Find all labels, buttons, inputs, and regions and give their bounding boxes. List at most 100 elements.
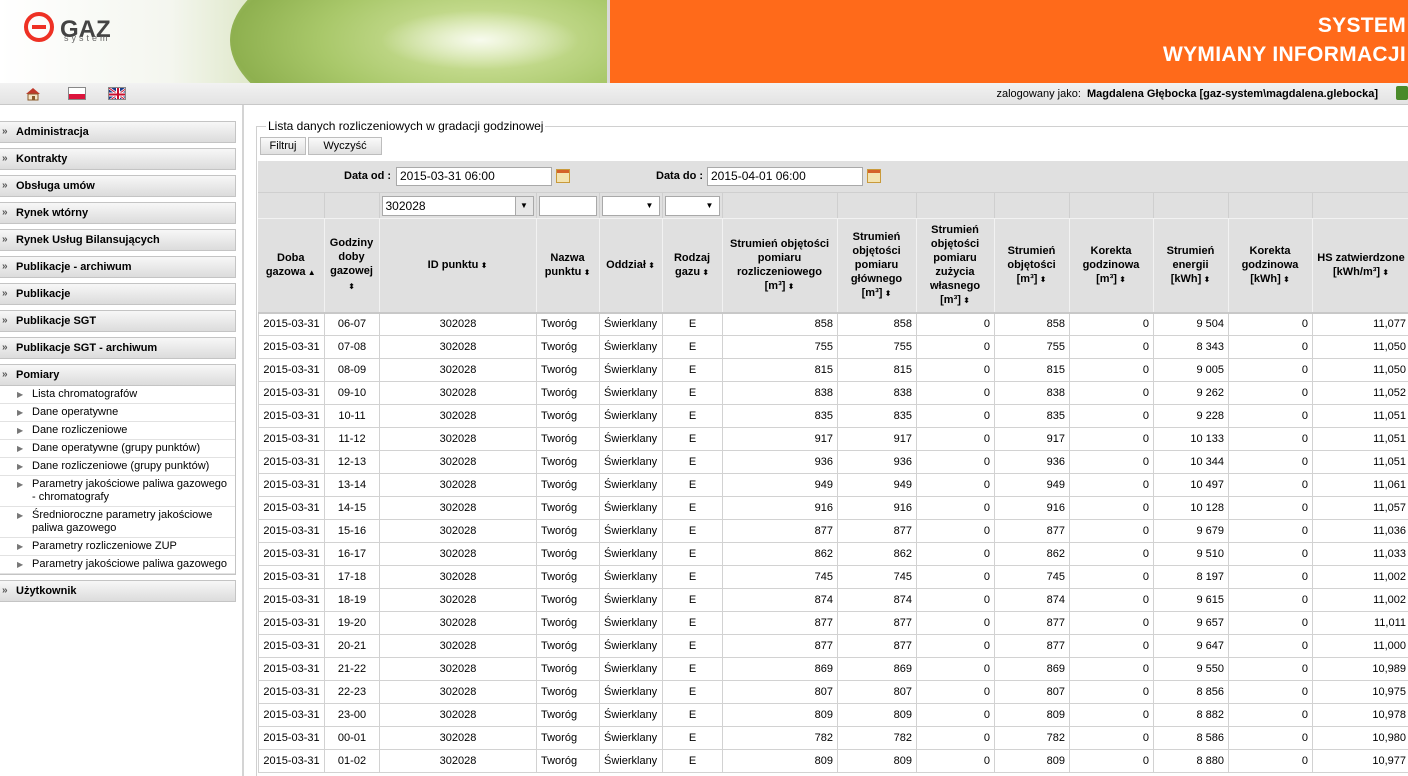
sort-icon[interactable]: ⬍	[1281, 275, 1290, 284]
table-row[interactable]: 2015-03-31 19-20 302028 Tworóg Świerklany E 87…	[258, 611, 1408, 635]
column-header-13[interactable]: HS zatwierdzone [kWh/m³] ⬍	[1312, 218, 1408, 312]
menu-item-label: Rynek wtórny	[16, 207, 89, 219]
filter-cell-empty	[1153, 193, 1229, 218]
point-name-input[interactable]	[538, 195, 597, 216]
sort-icon[interactable]: ⬍	[581, 268, 591, 277]
clear-button[interactable]: Wyczyść	[308, 137, 382, 155]
column-header-11[interactable]: Strumień energii [kWh] ⬍	[1153, 218, 1229, 312]
column-header-5[interactable]: Rodzaj gazu ⬍	[662, 218, 723, 312]
sort-ascending-icon[interactable]: ▲	[306, 268, 316, 277]
table-row[interactable]: 2015-03-31 00-01 302028 Tworóg Świerklany E 78…	[258, 726, 1408, 750]
table-row[interactable]: 2015-03-31 10-11 302028 Tworóg Świerklany E 83…	[258, 404, 1408, 428]
column-header-12[interactable]: Korekta godzinowa [kWh] ⬍	[1228, 218, 1313, 312]
english-flag-icon[interactable]	[108, 87, 126, 100]
table-cell: 0	[1228, 311, 1313, 336]
table-row[interactable]: 2015-03-31 21-22 302028 Tworóg Świerklany E 86…	[258, 657, 1408, 681]
table-cell: 936	[994, 450, 1070, 474]
menu-item-4[interactable]: » Rynek Usług Bilansujących	[0, 229, 236, 251]
submenu-item[interactable]: ▶ Parametry jakościowe paliwa gazowego	[0, 556, 235, 574]
table-row[interactable]: 2015-03-31 09-10 302028 Tworóg Świerklany E 83…	[258, 381, 1408, 405]
submenu-item[interactable]: ▶ Dane rozliczeniowe	[0, 422, 235, 440]
column-header-2[interactable]: ID punktu ⬍	[379, 218, 537, 312]
column-header-9[interactable]: Strumień objętości [m³] ⬍	[994, 218, 1070, 312]
table-cell: 869	[837, 657, 917, 681]
column-header-4[interactable]: Oddział ⬍	[599, 218, 663, 312]
table-row[interactable]: 2015-03-31 17-18 302028 Tworóg Świerklany E 74…	[258, 565, 1408, 589]
section-title: Lista danych rozliczeniowych w gradacji …	[266, 119, 546, 133]
submenu-item-label: Dane rozliczeniowe (grupy punktów)	[32, 460, 210, 472]
menu-item-2[interactable]: » Obsługa umów	[0, 175, 236, 197]
sort-icon[interactable]: ⬍	[1117, 275, 1126, 284]
chevron-down-icon[interactable]: ▼	[700, 196, 719, 215]
table-row[interactable]: 2015-03-31 16-17 302028 Tworóg Świerklany E 86…	[258, 542, 1408, 566]
table-cell: 755	[837, 335, 917, 359]
submenu-item[interactable]: ▶ Średnioroczne parametry jakościowe pali…	[0, 507, 235, 538]
table-row[interactable]: 2015-03-31 23-00 302028 Tworóg Świerklany E 80…	[258, 703, 1408, 727]
point-id-select[interactable]: 302028 ▼	[381, 195, 534, 216]
column-header-0[interactable]: Doba gazowa ▲	[258, 218, 325, 312]
polish-flag-icon[interactable]	[68, 87, 86, 100]
submenu-item[interactable]: ▶ Dane operatywne	[0, 404, 235, 422]
column-header-8[interactable]: Strumień objętości pomiaru zużycia własn…	[916, 218, 995, 312]
sort-icon[interactable]: ⬍	[1380, 268, 1389, 277]
arrow-right-icon: ▶	[17, 390, 24, 399]
table-row[interactable]: 2015-03-31 08-09 302028 Tworóg Świerklany E 81…	[258, 358, 1408, 382]
menu-item-user[interactable]: » Użytkownik	[0, 580, 236, 602]
table-row[interactable]: 2015-03-31 22-23 302028 Tworóg Świerklany E 80…	[258, 680, 1408, 704]
sort-icon[interactable]: ⬍	[1037, 275, 1047, 284]
menu-item-3[interactable]: » Rynek wtórny	[0, 202, 236, 224]
sort-icon[interactable]: ⬍	[646, 261, 655, 270]
menu-item-8[interactable]: » Publikacje SGT - archiwum	[0, 337, 236, 359]
column-header-3[interactable]: Nazwa punktu ⬍	[536, 218, 600, 312]
table-row[interactable]: 2015-03-31 11-12 302028 Tworóg Świerklany E 91…	[258, 427, 1408, 451]
chevron-down-icon[interactable]: ▼	[514, 196, 533, 215]
sort-icon[interactable]: ⬍	[785, 282, 795, 291]
menu-item-7[interactable]: » Publikacje SGT	[0, 310, 236, 332]
menu-item-9[interactable]: » Pomiary	[0, 364, 236, 386]
table-cell: 302028	[379, 726, 537, 750]
table-row[interactable]: 2015-03-31 20-21 302028 Tworóg Świerklany E 87…	[258, 634, 1408, 658]
table-row[interactable]: 2015-03-31 14-15 302028 Tworóg Świerklany E 91…	[258, 496, 1408, 520]
date-from-input[interactable]: 2015-03-31 06:00	[396, 167, 552, 186]
home-icon[interactable]	[24, 87, 42, 101]
submenu-item[interactable]: ▶ Dane rozliczeniowe (grupy punktów)	[0, 458, 235, 476]
table-cell: Świerklany	[599, 611, 663, 635]
menu-item-6[interactable]: » Publikacje	[0, 283, 236, 305]
table-row[interactable]: 2015-03-31 12-13 302028 Tworóg Świerklany E 93…	[258, 450, 1408, 474]
column-header-6[interactable]: Strumień objętości pomiaru rozliczeniowe…	[722, 218, 838, 312]
menu-item-0[interactable]: » Administracja	[0, 121, 236, 143]
submenu-item[interactable]: ▶ Lista chromatografów	[0, 386, 235, 404]
table-cell: 0	[1069, 381, 1154, 405]
column-header-10[interactable]: Korekta godzinowa [m³] ⬍	[1069, 218, 1154, 312]
table-cell: 0	[916, 680, 995, 704]
date-to-input[interactable]: 2015-04-01 06:00	[707, 167, 863, 186]
sort-icon[interactable]: ⬍	[700, 268, 709, 277]
gas-type-select[interactable]: ▼	[664, 195, 720, 216]
table-row[interactable]: 2015-03-31 06-07 302028 Tworóg Świerklany E 85…	[258, 311, 1408, 336]
table-cell: 877	[994, 634, 1070, 658]
menu-item-5[interactable]: » Publikacje - archiwum	[0, 256, 236, 278]
sort-icon[interactable]: ⬍	[478, 261, 488, 270]
filter-button[interactable]: Filtruj	[260, 137, 306, 155]
table-row[interactable]: 2015-03-31 15-16 302028 Tworóg Świerklany E 87…	[258, 519, 1408, 543]
branch-select[interactable]: ▼	[601, 195, 660, 216]
submenu-item[interactable]: ▶ Parametry rozliczeniowe ZUP	[0, 538, 235, 556]
table-row[interactable]: 2015-03-31 18-19 302028 Tworóg Świerklany E 87…	[258, 588, 1408, 612]
date-from-calendar-icon[interactable]	[556, 169, 570, 183]
table-cell: 0	[1069, 703, 1154, 727]
column-header-1[interactable]: Godziny doby gazowej ⬍	[324, 218, 380, 312]
sort-icon[interactable]: ⬍	[1201, 275, 1211, 284]
table-row[interactable]: 2015-03-31 07-08 302028 Tworóg Świerklany E 75…	[258, 335, 1408, 359]
logout-icon[interactable]	[1396, 86, 1408, 100]
chevron-down-icon[interactable]: ▼	[640, 196, 659, 215]
date-to-calendar-icon[interactable]	[867, 169, 881, 183]
sort-icon[interactable]: ⬍	[882, 289, 892, 298]
column-header-7[interactable]: Strumień objętości pomiaru głównego [m³]…	[837, 218, 917, 312]
sort-icon[interactable]: ⬍	[348, 282, 355, 291]
submenu-item[interactable]: ▶ Dane operatywne (grupy punktów)	[0, 440, 235, 458]
table-row[interactable]: 2015-03-31 13-14 302028 Tworóg Świerklany E 94…	[258, 473, 1408, 497]
sort-icon[interactable]: ⬍	[961, 296, 970, 305]
table-row[interactable]: 2015-03-31 01-02 302028 Tworóg Świerklany E 80…	[258, 749, 1408, 773]
submenu-item[interactable]: ▶ Parametry jakościowe paliwa gazowego - …	[0, 476, 235, 507]
menu-item-1[interactable]: » Kontrakty	[0, 148, 236, 170]
